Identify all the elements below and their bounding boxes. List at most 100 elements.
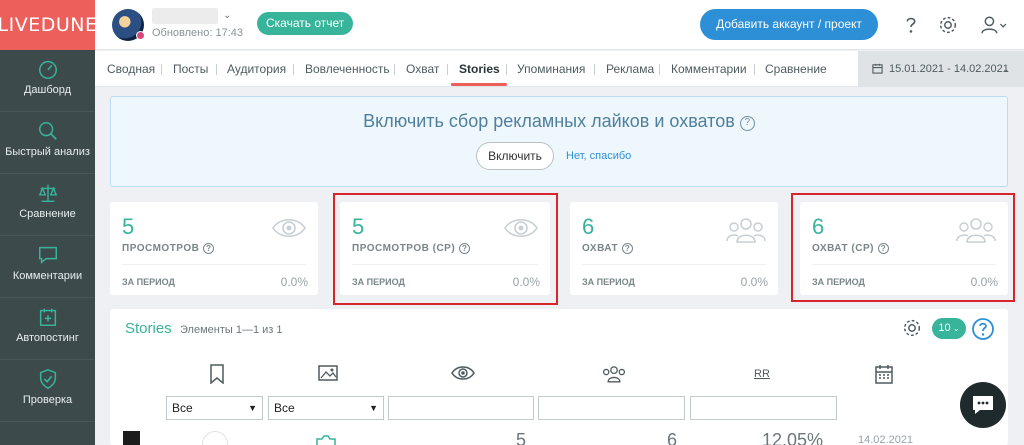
panel-title: Stories: [125, 320, 172, 337]
sidebar-item-label: Проверка: [22, 394, 73, 406]
help-icon[interactable]: [971, 317, 995, 341]
chevron-down-icon: ⌄: [1002, 64, 1010, 74]
add-account-button[interactable]: Добавить аккаунт / проект: [700, 9, 878, 40]
people-icon[interactable]: [601, 364, 627, 384]
stat-label: ОХВАТ?: [582, 243, 634, 254]
select-value: Все: [172, 401, 193, 415]
tab-stories[interactable]: Stories: [459, 51, 500, 87]
support-chat-button[interactable]: [960, 382, 1006, 428]
banner-title-text: Включить сбор рекламных лайков и охватов: [363, 111, 735, 131]
sidebar-item-label: Дашборд: [23, 84, 72, 96]
gear-icon[interactable]: [937, 14, 959, 36]
stat-label-text: ПРОСМОТРОВ: [122, 243, 200, 254]
reach-filter-input[interactable]: [538, 396, 685, 420]
eye-icon[interactable]: [451, 364, 475, 382]
enable-button[interactable]: Включить: [476, 142, 554, 170]
account-name-redacted[interactable]: [152, 8, 218, 24]
report-tabs: Сводная Посты Аудитория Вовлеченность Ох…: [95, 51, 858, 87]
help-icon[interactable]: ?: [203, 243, 215, 254]
calendar-icon[interactable]: [875, 364, 893, 384]
rr-column-header[interactable]: RR: [754, 368, 770, 380]
rr-filter-input[interactable]: [690, 396, 837, 420]
tab-mentions[interactable]: Упоминания: [517, 51, 585, 87]
tab-separator: [394, 64, 395, 75]
row-reach: 6: [667, 430, 678, 445]
help-icon[interactable]: ?: [739, 116, 755, 131]
calendar-plus-icon: [39, 308, 56, 326]
sidebar: LIVEDUNE Дашборд Быстрый анализ Сравнени…: [0, 0, 97, 445]
help-icon[interactable]: ?: [622, 243, 634, 254]
tab-reach[interactable]: Охват: [406, 51, 439, 87]
dismiss-link[interactable]: Нет, спасибо: [566, 150, 631, 162]
type-filter-select[interactable]: Все ▼: [166, 396, 263, 420]
gear-icon[interactable]: [901, 317, 923, 339]
chevron-down-icon[interactable]: ⌄: [223, 10, 231, 21]
eye-icon: [272, 218, 306, 238]
card-divider: [582, 264, 766, 265]
stories-panel: Stories Элементы 1—1 из 1 10 ⌄ RR Все ▼ В…: [110, 309, 1008, 445]
sidebar-item-label: Сравнение: [19, 208, 76, 220]
sidebar-item-dashboard[interactable]: Дашборд: [0, 50, 95, 112]
shield-check-icon: [39, 369, 56, 389]
tab-separator: [594, 64, 595, 75]
tab-summary[interactable]: Сводная: [107, 51, 155, 87]
bookmark-icon[interactable]: [209, 364, 225, 384]
dashboard-icon: [38, 60, 57, 79]
tab-separator: [659, 64, 660, 75]
stat-change: 0.0%: [280, 275, 308, 289]
ad-stats-banner: Включить сбор рекламных лайков и охватов…: [110, 96, 1008, 187]
top-bar: ⌄ Обновлено: 17:43 Скачать отчет Добавит…: [95, 0, 1024, 50]
sidebar-item-label: Комментарии: [12, 270, 83, 282]
stat-value: 6: [582, 214, 595, 239]
livedune-logo[interactable]: LIVEDUNE: [0, 0, 97, 50]
per-page-select[interactable]: 10 ⌄: [932, 318, 966, 339]
image-icon[interactable]: [318, 364, 338, 382]
views-filter-input[interactable]: [388, 396, 534, 420]
highlight-box: [791, 193, 1015, 302]
help-icon[interactable]: [900, 14, 922, 36]
tab-separator: [216, 64, 217, 75]
row-views: 5: [516, 430, 527, 445]
instagram-badge-icon: [136, 31, 145, 40]
stat-change: 0.0%: [740, 275, 768, 289]
search-icon: [38, 122, 57, 140]
chevron-down-icon: ▼: [369, 403, 378, 413]
download-report-button[interactable]: Скачать отчет: [257, 12, 354, 35]
tab-audience[interactable]: Аудитория: [227, 51, 286, 87]
user-menu-icon[interactable]: [979, 14, 1009, 36]
sidebar-item-comments[interactable]: Комментарии: [0, 236, 95, 298]
tab-separator: [447, 64, 448, 75]
tab-posts[interactable]: Посты: [173, 51, 208, 87]
highlight-box: [333, 193, 558, 305]
tab-comparison[interactable]: Сравнение: [765, 51, 827, 87]
people-icon: [726, 218, 766, 243]
row-date: 14.02.2021: [858, 434, 914, 445]
date-range-value: 15.01.2021 - 14.02.2021: [889, 63, 1009, 75]
story-thumbnail[interactable]: [123, 431, 140, 445]
story-status-icon: [202, 431, 228, 445]
chat-bubble-icon: [973, 396, 993, 414]
tab-separator: [754, 64, 755, 75]
last-updated: Обновлено: 17:43: [152, 27, 244, 39]
stat-period: ЗА ПЕРИОД: [582, 277, 635, 287]
stat-label-text: ОХВАТ: [582, 243, 619, 254]
card-divider: [122, 264, 306, 265]
scales-icon: [38, 184, 57, 202]
tab-separator: [506, 64, 507, 75]
sidebar-item-comparison[interactable]: Сравнение: [0, 174, 95, 236]
items-count: Элементы 1—1 из 1: [180, 324, 283, 336]
date-range-picker[interactable]: 15.01.2021 - 14.02.2021 ⌄: [858, 51, 1024, 87]
stat-card-views: 5 ПРОСМОТРОВ? ЗА ПЕРИОД 0.0%: [110, 202, 318, 295]
comment-icon: [38, 246, 57, 264]
sidebar-item-check[interactable]: Проверка: [0, 360, 95, 422]
tab-ads[interactable]: Реклама: [606, 51, 654, 87]
media-filter-select[interactable]: Все ▼: [268, 396, 384, 420]
sidebar-item-label: Быстрый анализ: [5, 146, 90, 158]
sidebar-item-quick-analysis[interactable]: Быстрый анализ: [0, 112, 95, 174]
stat-value: 5: [122, 214, 135, 239]
calendar-icon: [872, 63, 883, 74]
tab-separator: [293, 64, 294, 75]
tab-engagement[interactable]: Вовлеченность: [305, 51, 390, 87]
sidebar-item-autoposting[interactable]: Автопостинг: [0, 298, 95, 360]
tab-comments[interactable]: Комментарии: [671, 51, 747, 87]
